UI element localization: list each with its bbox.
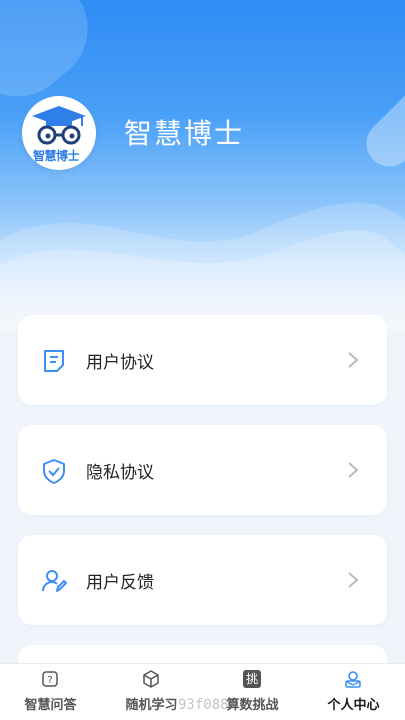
chevron-right-icon [348, 462, 359, 478]
challenge-icon: 挑 [243, 670, 261, 688]
document-icon [44, 350, 64, 372]
challenge-icon-text: 挑 [245, 672, 258, 686]
menu-item-user-feedback[interactable]: 用户反馈 [18, 535, 387, 625]
profile-header: 智慧博士 智慧博士 [0, 0, 405, 330]
svg-text:?: ? [47, 675, 52, 686]
shield-check-icon [43, 459, 65, 484]
profile-icon [345, 671, 361, 688]
decor-waves [0, 202, 405, 330]
menu-item-label: 隐私协议 [86, 463, 154, 483]
menu-item-user-agreement[interactable]: 用户协议 [18, 315, 387, 405]
menu-item-label: 用户反馈 [86, 573, 154, 593]
chevron-right-icon [348, 572, 359, 588]
tab-smart-qa[interactable]: ? 智慧问答 [0, 664, 101, 720]
tab-profile[interactable]: 个人中心 [303, 664, 404, 720]
qa-icon: ? [42, 671, 58, 687]
tab-label: 智慧问答 [24, 698, 77, 713]
menu-item-privacy-agreement[interactable]: 隐私协议 [18, 425, 387, 515]
app-logo: 智慧博士 [22, 96, 96, 170]
watermark: 93f088 [178, 697, 229, 713]
logo-text: 智慧博士 [33, 149, 80, 163]
tab-label: 个人中心 [327, 698, 380, 713]
app-title: 智慧博士 [124, 117, 245, 150]
cube-icon [143, 670, 159, 688]
user-edit-icon [42, 570, 67, 592]
decor-shape [356, 79, 405, 177]
menu-item-label: 用户协议 [86, 353, 154, 373]
chevron-right-icon [348, 352, 359, 368]
